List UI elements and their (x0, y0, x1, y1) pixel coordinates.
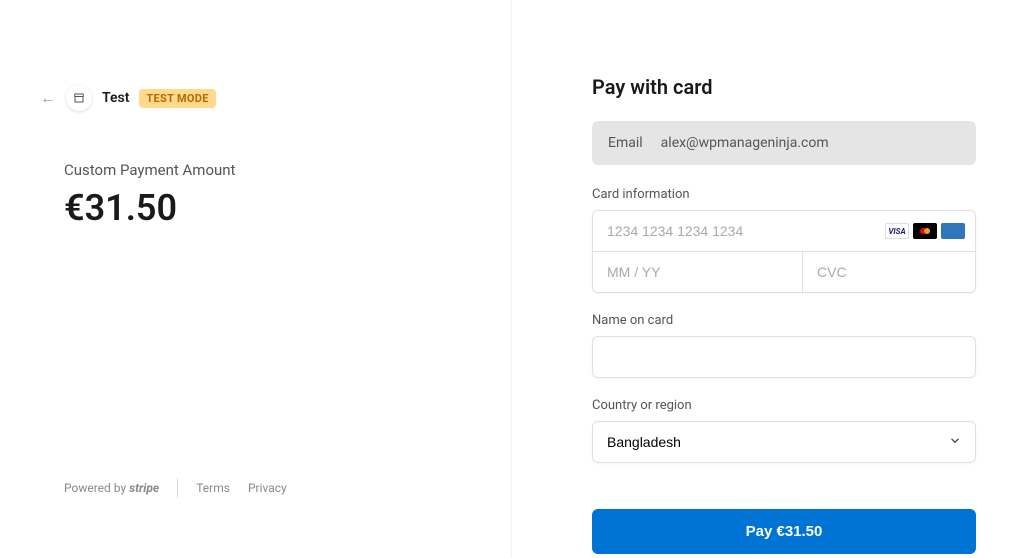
name-label: Name on card (592, 313, 976, 328)
amount-block: Custom Payment Amount €31.50 (64, 161, 452, 229)
store-name: Test (102, 90, 129, 106)
email-display: Email alex@wpmanageninja.com (592, 121, 976, 165)
visa-icon: VISA (885, 223, 909, 239)
stripe-logo: stripe (129, 481, 159, 495)
pay-button[interactable]: Pay €31.50 (592, 509, 976, 554)
cvc-input[interactable] (803, 252, 976, 292)
card-number-input[interactable] (593, 211, 885, 251)
name-on-card-input[interactable] (592, 336, 976, 378)
store-icon (66, 85, 92, 111)
name-block: Name on card (592, 313, 976, 378)
mastercard-icon (913, 223, 937, 239)
privacy-link[interactable]: Privacy (248, 481, 287, 495)
footer-divider (177, 478, 178, 498)
powered-by-label: Powered by stripe (64, 481, 159, 495)
test-mode-badge: TEST MODE (139, 89, 215, 108)
amex-icon (941, 223, 965, 239)
back-arrow-icon[interactable]: ← (40, 88, 56, 108)
card-brand-icons: VISA (885, 223, 975, 239)
country-select[interactable]: Bangladesh (592, 421, 976, 463)
summary-panel: ← Test TEST MODE Custom Payment Amount €… (0, 0, 512, 558)
email-label: Email (608, 135, 643, 151)
card-info-label: Card information (592, 187, 976, 202)
amount-label: Custom Payment Amount (64, 161, 452, 179)
payment-form-panel: Pay with card Email alex@wpmanageninja.c… (512, 0, 1024, 558)
page-title: Pay with card (592, 75, 976, 99)
merchant-header: ← Test TEST MODE (40, 85, 452, 111)
card-info-block: Card information VISA (592, 187, 976, 293)
expiry-input[interactable] (593, 252, 803, 292)
terms-link[interactable]: Terms (196, 481, 230, 495)
footer: Powered by stripe Terms Privacy (64, 478, 287, 498)
country-block: Country or region Bangladesh (592, 398, 976, 463)
amount-value: €31.50 (64, 187, 452, 229)
email-value: alex@wpmanageninja.com (661, 135, 829, 151)
card-input-group: VISA (592, 210, 976, 293)
country-label: Country or region (592, 398, 976, 413)
